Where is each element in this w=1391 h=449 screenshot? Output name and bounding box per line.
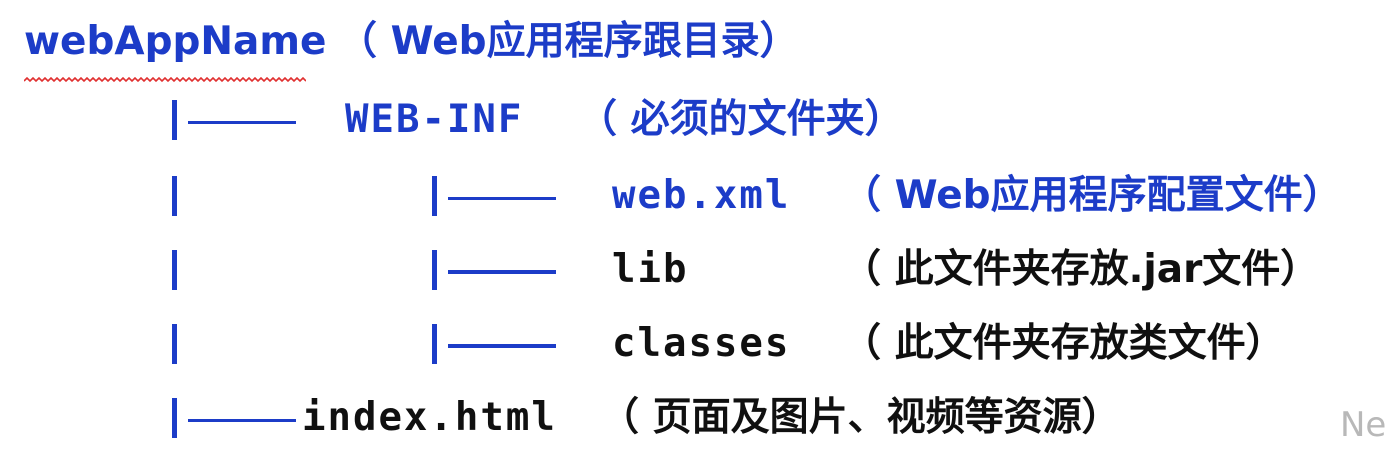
tree-branch-dash bbox=[188, 419, 296, 422]
spellcheck-underline bbox=[24, 77, 306, 83]
root-description: （ Web应用程序跟目录） bbox=[338, 19, 799, 64]
web-inf-description: （ 必须的文件夹） bbox=[578, 97, 904, 142]
index-description: （ 页面及图片、视频等资源） bbox=[600, 395, 1121, 440]
tree-row-web-xml: web.xml （ Web应用程序配置文件） bbox=[0, 166, 1391, 226]
tree-branch-bar bbox=[432, 176, 437, 216]
index-name: index.html bbox=[302, 395, 557, 440]
tree-branch-bar bbox=[172, 100, 177, 140]
tree-branch-dash bbox=[188, 121, 296, 124]
web-xml-description: （ Web应用程序配置文件） bbox=[842, 173, 1342, 218]
lib-name: lib bbox=[612, 247, 689, 292]
tree-branch-dash bbox=[448, 270, 556, 274]
lib-description: （ 此文件夹存放.jar文件） bbox=[842, 247, 1320, 292]
tree-branch-dash bbox=[448, 197, 556, 200]
tree-branch-bar bbox=[432, 250, 437, 290]
tree-row-root: webAppName （ Web应用程序跟目录） bbox=[0, 12, 1391, 83]
tree-row-web-inf: WEB-INF （ 必须的文件夹） bbox=[0, 90, 1391, 150]
classes-description: （ 此文件夹存放类文件） bbox=[842, 321, 1285, 366]
web-inf-name: WEB-INF bbox=[345, 97, 524, 142]
tree-row-index: index.html （ 页面及图片、视频等资源） bbox=[0, 388, 1391, 448]
tree-row-lib: lib （ 此文件夹存放.jar文件） bbox=[0, 240, 1391, 300]
watermark-text: Ne bbox=[1340, 405, 1387, 445]
tree-row-classes: classes （ 此文件夹存放类文件） bbox=[0, 314, 1391, 374]
tree-trunk-bar bbox=[172, 324, 177, 364]
root-name: webAppName bbox=[24, 19, 327, 64]
tree-branch-bar bbox=[432, 324, 437, 364]
classes-name: classes bbox=[612, 321, 791, 366]
tree-trunk-bar bbox=[172, 250, 177, 290]
tree-branch-dash bbox=[448, 344, 556, 348]
tree-branch-bar bbox=[172, 398, 177, 438]
web-xml-name: web.xml bbox=[612, 173, 791, 218]
tree-trunk-bar bbox=[172, 176, 177, 216]
